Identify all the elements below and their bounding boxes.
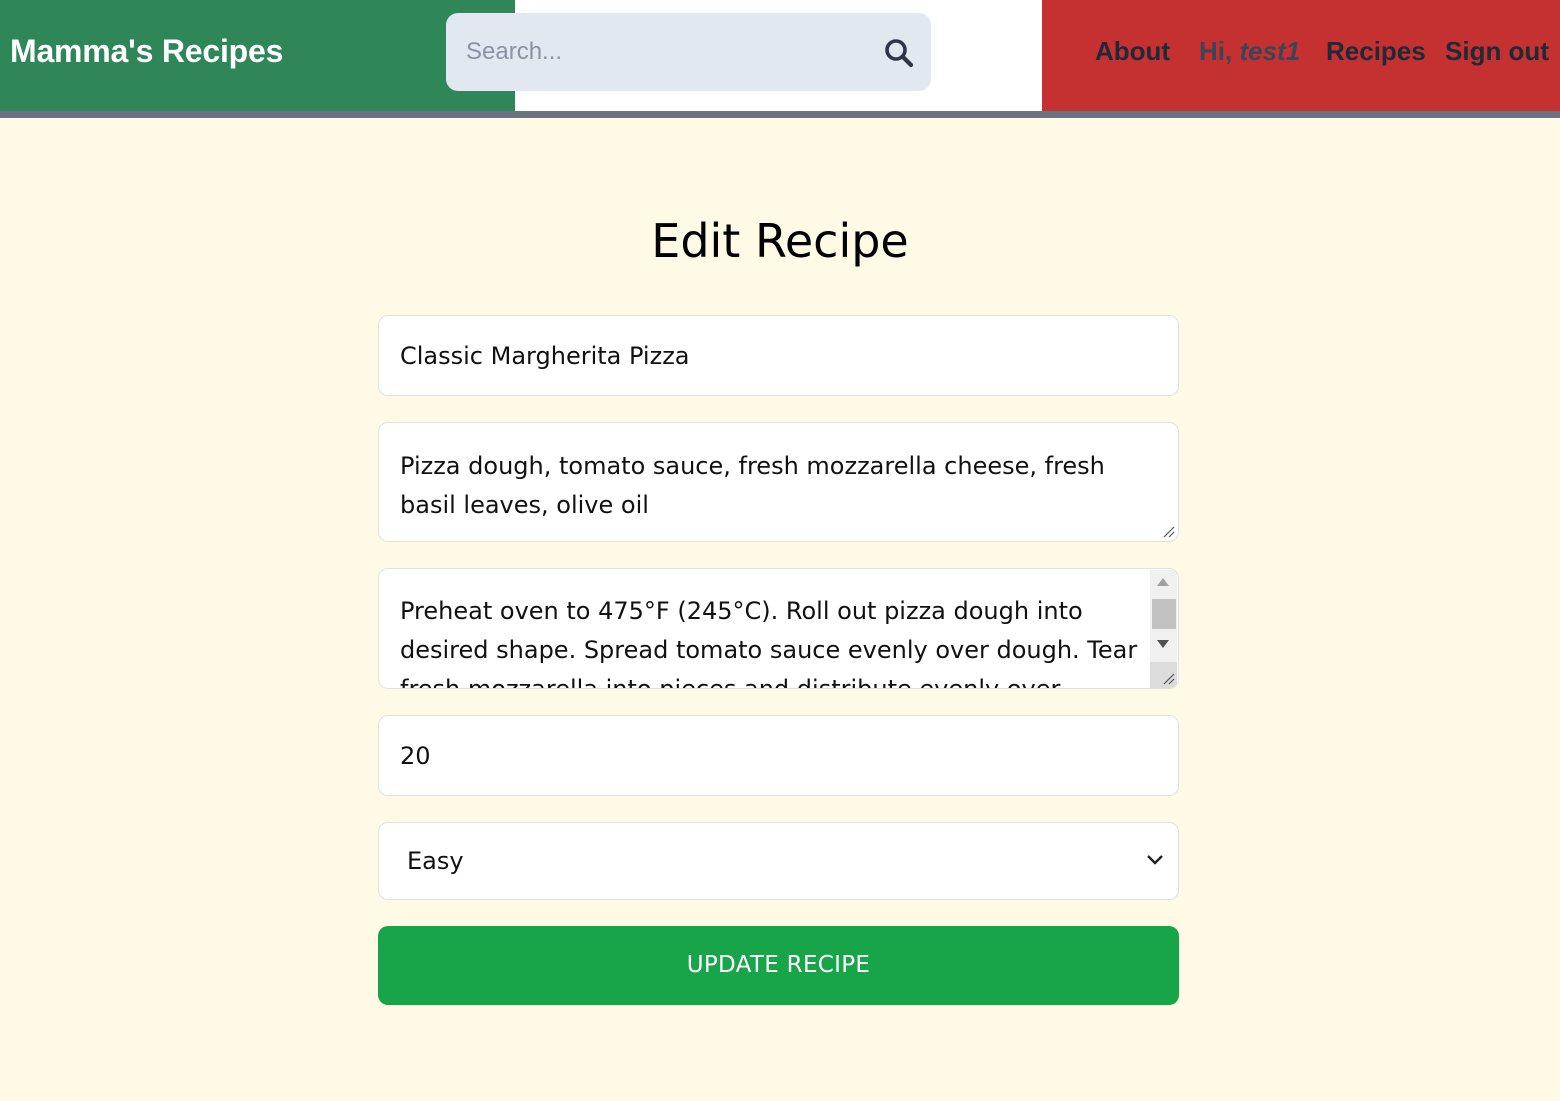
cooking-time-field[interactable]: 20	[378, 715, 1179, 796]
recipe-name-field[interactable]: Classic Margherita Pizza	[378, 315, 1179, 396]
nav-recipes[interactable]: Recipes	[1326, 36, 1426, 67]
recipe-name-value: Classic Margherita Pizza	[400, 342, 690, 370]
page-title: Edit Recipe	[651, 214, 909, 268]
cooking-time-value: 20	[400, 742, 431, 770]
brand-logo[interactable]: Mamma's Recipes	[10, 33, 283, 70]
difficulty-value: Easy	[407, 847, 464, 875]
ingredients-field[interactable]: Pizza dough, tomato sauce, fresh mozzare…	[378, 422, 1179, 542]
search-bar	[446, 13, 931, 91]
chevron-down-icon[interactable]	[1146, 853, 1164, 867]
greeting-username: test1	[1239, 36, 1301, 66]
scroll-down-arrow-icon[interactable]	[1157, 640, 1169, 648]
nav-greeting: Hi, test1	[1199, 36, 1300, 67]
difficulty-select[interactable]: Easy	[378, 822, 1179, 900]
resize-handle-icon[interactable]	[1162, 525, 1175, 538]
search-input[interactable]	[446, 13, 866, 91]
scroll-thumb[interactable]	[1152, 599, 1176, 629]
update-recipe-button[interactable]: UPDATE RECIPE	[378, 926, 1179, 1005]
scroll-up-arrow-icon[interactable]	[1157, 578, 1169, 586]
nav-sign-out[interactable]: Sign out	[1445, 36, 1549, 67]
header-divider	[0, 111, 1560, 118]
nav-about[interactable]: About	[1095, 36, 1170, 67]
greeting-prefix: Hi,	[1199, 36, 1240, 66]
instructions-scrollbar[interactable]	[1150, 570, 1177, 688]
search-icon[interactable]	[884, 38, 914, 68]
instructions-field[interactable]: Preheat oven to 475°F (245°C). Roll out …	[378, 568, 1179, 689]
instructions-value: Preheat oven to 475°F (245°C). Roll out …	[400, 597, 1138, 689]
resize-handle-icon[interactable]	[1162, 672, 1175, 685]
ingredients-value: Pizza dough, tomato sauce, fresh mozzare…	[400, 452, 1105, 519]
